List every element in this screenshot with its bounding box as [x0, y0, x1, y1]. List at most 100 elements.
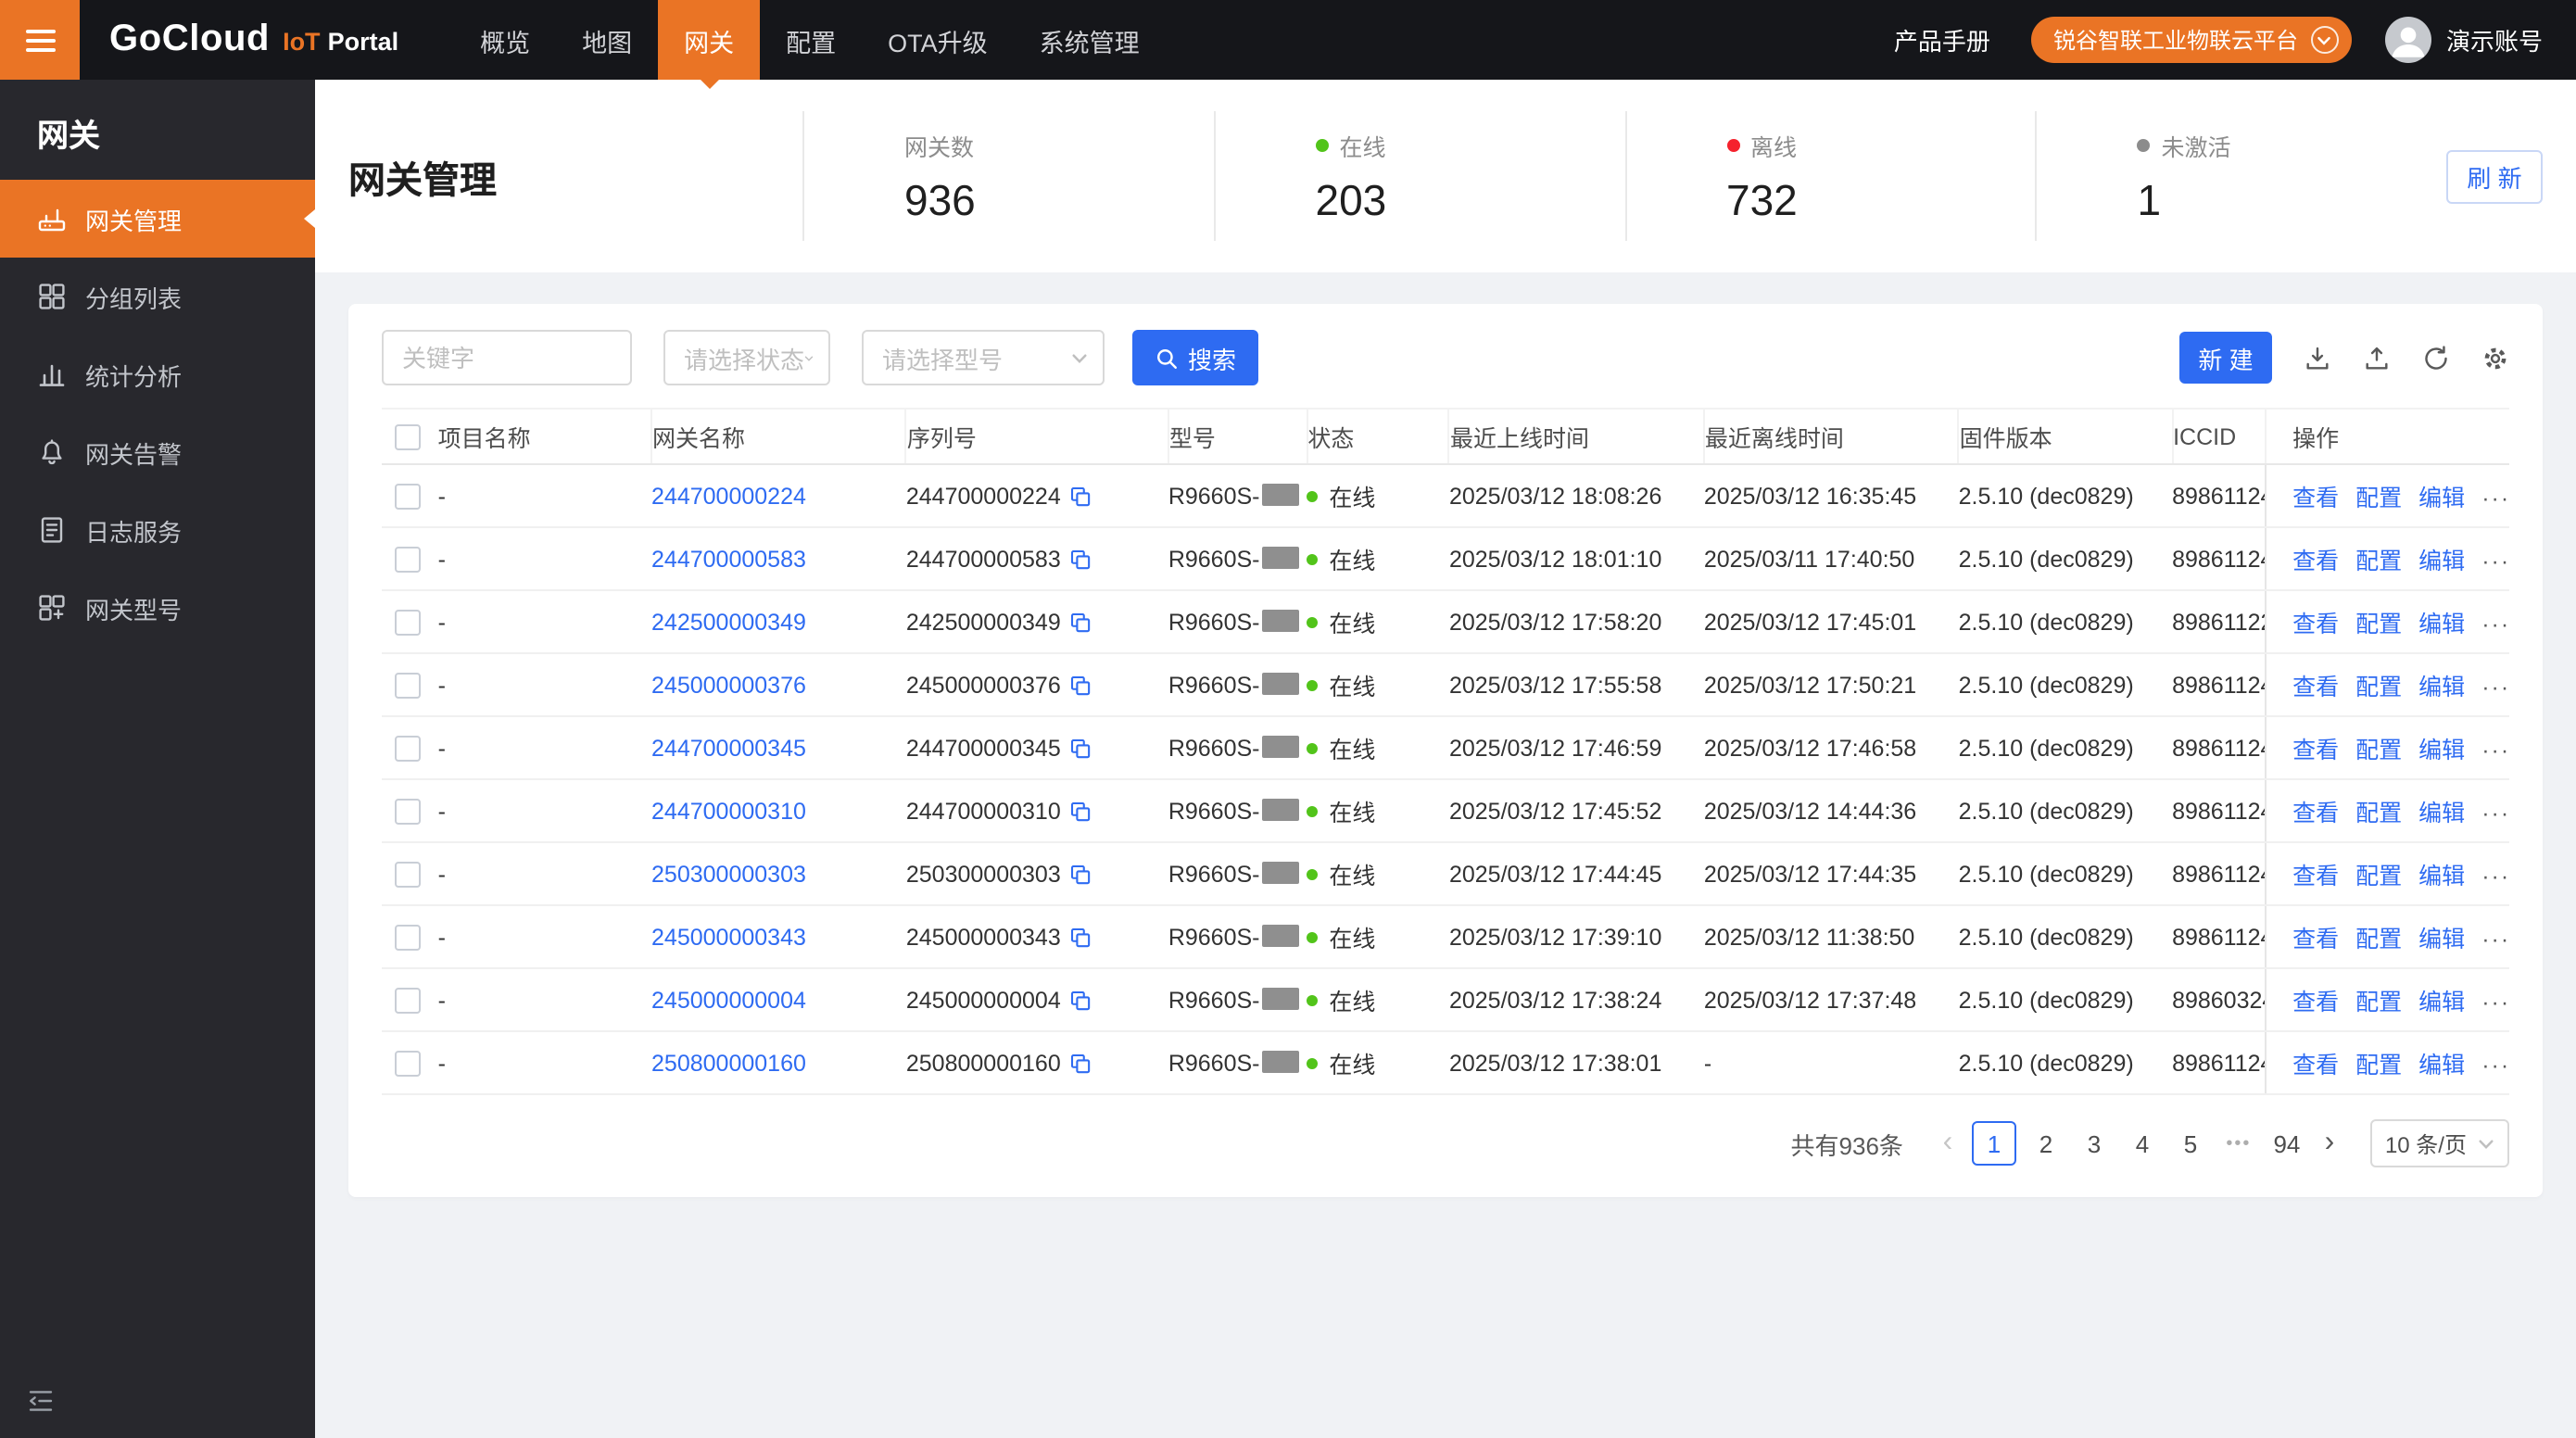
nav-item-overview[interactable]: 概览 — [454, 0, 556, 80]
page-3[interactable]: 3 — [2076, 1121, 2113, 1166]
more-actions-button[interactable]: ··· — [2481, 864, 2509, 889]
action-view-link[interactable]: 查看 — [2292, 864, 2339, 889]
action-config-link[interactable]: 配置 — [2355, 675, 2402, 700]
row-checkbox[interactable] — [395, 546, 421, 573]
sidebar-item-log-service[interactable]: 日志服务 — [0, 491, 315, 569]
nav-item-ota[interactable]: OTA升级 — [862, 0, 1014, 80]
export-button[interactable] — [2363, 344, 2391, 372]
import-button[interactable] — [2304, 344, 2331, 372]
action-config-link[interactable]: 配置 — [2355, 864, 2402, 889]
more-actions-button[interactable]: ··· — [2481, 675, 2509, 700]
action-edit-link[interactable]: 编辑 — [2418, 801, 2465, 826]
more-actions-button[interactable]: ··· — [2481, 1053, 2509, 1078]
action-view-link[interactable]: 查看 — [2292, 612, 2339, 637]
action-edit-link[interactable]: 编辑 — [2418, 864, 2465, 889]
create-button[interactable]: 新 建 — [2179, 332, 2272, 384]
page-1[interactable]: 1 — [1971, 1121, 2016, 1166]
copy-icon[interactable] — [1070, 737, 1092, 759]
copy-icon[interactable] — [1070, 863, 1092, 885]
gateway-name-link[interactable]: 244700000345 — [651, 735, 806, 761]
keyword-input[interactable] — [382, 330, 632, 385]
column-settings-button[interactable] — [2481, 344, 2509, 372]
status-select[interactable]: 请选择状态 — [663, 330, 830, 385]
page-4[interactable]: 4 — [2124, 1121, 2161, 1166]
row-checkbox[interactable] — [395, 1050, 421, 1077]
action-config-link[interactable]: 配置 — [2355, 738, 2402, 763]
gateway-name-link[interactable]: 250300000303 — [651, 861, 806, 887]
more-actions-button[interactable]: ··· — [2481, 738, 2509, 763]
action-edit-link[interactable]: 编辑 — [2418, 612, 2465, 637]
action-view-link[interactable]: 查看 — [2292, 927, 2339, 952]
row-checkbox[interactable] — [395, 483, 421, 510]
action-view-link[interactable]: 查看 — [2292, 801, 2339, 826]
action-edit-link[interactable]: 编辑 — [2418, 1053, 2465, 1078]
copy-icon[interactable] — [1070, 548, 1092, 570]
select-all-checkbox[interactable] — [395, 423, 421, 450]
action-config-link[interactable]: 配置 — [2355, 801, 2402, 826]
prev-page-button[interactable]: ‹ — [1929, 1128, 1966, 1158]
page-5[interactable]: 5 — [2172, 1121, 2209, 1166]
more-actions-button[interactable]: ··· — [2481, 801, 2509, 826]
copy-icon[interactable] — [1070, 674, 1092, 696]
nav-item-config[interactable]: 配置 — [760, 0, 862, 80]
more-actions-button[interactable]: ··· — [2481, 927, 2509, 952]
action-config-link[interactable]: 配置 — [2355, 990, 2402, 1015]
sidebar-item-statistics[interactable]: 统计分析 — [0, 335, 315, 413]
more-actions-button[interactable]: ··· — [2481, 486, 2509, 511]
gateway-name-link[interactable]: 245000000343 — [651, 924, 806, 950]
action-edit-link[interactable]: 编辑 — [2418, 549, 2465, 574]
action-view-link[interactable]: 查看 — [2292, 486, 2339, 511]
copy-icon[interactable] — [1070, 800, 1092, 822]
copy-icon[interactable] — [1070, 611, 1092, 633]
more-actions-button[interactable]: ··· — [2481, 549, 2509, 574]
copy-icon[interactable] — [1070, 1052, 1092, 1074]
more-actions-button[interactable]: ··· — [2481, 612, 2509, 637]
action-edit-link[interactable]: 编辑 — [2418, 486, 2465, 511]
action-view-link[interactable]: 查看 — [2292, 1053, 2339, 1078]
action-config-link[interactable]: 配置 — [2355, 549, 2402, 574]
action-edit-link[interactable]: 编辑 — [2418, 990, 2465, 1015]
gateway-name-link[interactable]: 245000000376 — [651, 672, 806, 698]
nav-item-map[interactable]: 地图 — [556, 0, 658, 80]
search-button[interactable]: 搜索 — [1132, 330, 1258, 385]
row-checkbox[interactable] — [395, 672, 421, 699]
action-config-link[interactable]: 配置 — [2355, 927, 2402, 952]
user-avatar[interactable] — [2384, 17, 2431, 63]
account-name[interactable]: 演示账号 — [2446, 22, 2543, 57]
gateway-name-link[interactable]: 242500000349 — [651, 609, 806, 635]
platform-selector[interactable]: 锐谷智联工业物联云平台 — [2030, 17, 2352, 63]
row-checkbox[interactable] — [395, 798, 421, 825]
nav-item-system[interactable]: 系统管理 — [1014, 0, 1166, 80]
action-view-link[interactable]: 查看 — [2292, 990, 2339, 1015]
row-checkbox[interactable] — [395, 987, 421, 1014]
sidebar-item-gateway-management[interactable]: 网关管理 — [0, 180, 315, 258]
action-config-link[interactable]: 配置 — [2355, 1053, 2402, 1078]
more-actions-button[interactable]: ··· — [2481, 990, 2509, 1015]
copy-icon[interactable] — [1070, 926, 1092, 948]
gateway-name-link[interactable]: 244700000224 — [651, 483, 806, 509]
action-view-link[interactable]: 查看 — [2292, 549, 2339, 574]
row-checkbox[interactable] — [395, 924, 421, 951]
hamburger-menu-button[interactable] — [0, 0, 80, 80]
action-edit-link[interactable]: 编辑 — [2418, 738, 2465, 763]
action-edit-link[interactable]: 编辑 — [2418, 927, 2465, 952]
page-size-select[interactable]: 10 条/页 — [2369, 1119, 2509, 1167]
copy-icon[interactable] — [1070, 989, 1092, 1011]
sidebar-item-gateway-alarm[interactable]: 网关告警 — [0, 413, 315, 491]
next-page-button[interactable]: › — [2311, 1128, 2348, 1158]
sidebar-collapse-button[interactable] — [26, 1386, 56, 1416]
gateway-name-link[interactable]: 250800000160 — [651, 1050, 806, 1076]
action-view-link[interactable]: 查看 — [2292, 675, 2339, 700]
gateway-name-link[interactable]: 244700000583 — [651, 546, 806, 572]
gateway-name-link[interactable]: 245000000004 — [651, 987, 806, 1013]
product-manual-link[interactable]: 产品手册 — [1894, 22, 1990, 57]
row-checkbox[interactable] — [395, 861, 421, 888]
page-94[interactable]: 94 — [2268, 1121, 2305, 1166]
copy-icon[interactable] — [1070, 485, 1092, 507]
nav-item-gateway[interactable]: 网关 — [658, 0, 761, 80]
gateway-name-link[interactable]: 244700000310 — [651, 798, 806, 824]
row-checkbox[interactable] — [395, 735, 421, 762]
action-edit-link[interactable]: 编辑 — [2418, 675, 2465, 700]
row-checkbox[interactable] — [395, 609, 421, 636]
action-view-link[interactable]: 查看 — [2292, 738, 2339, 763]
